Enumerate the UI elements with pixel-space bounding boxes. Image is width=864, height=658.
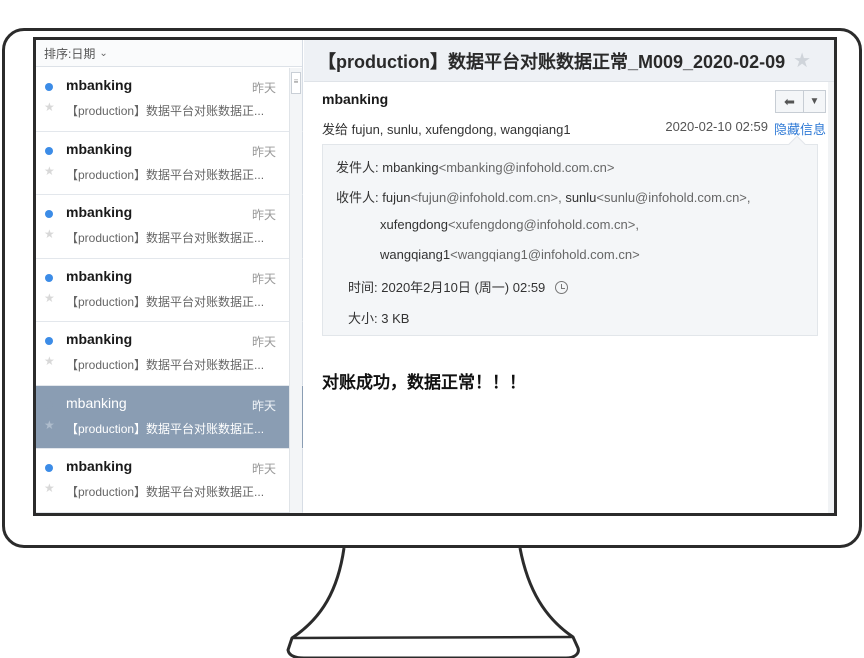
time-label: 时间: [348,280,378,295]
to-label: 收件人: [336,190,379,205]
mail-list-pane: 排序:日期 ⌄ mbanking 昨天 ★ 【production】数据平台对账数据正… [36,40,303,513]
mail-item-sender: mbanking [66,77,133,93]
mail-list-item[interactable]: mbanking 昨天 ★ 【production】数据平台对账数据正... [36,68,303,132]
star-icon[interactable]: ★ [44,291,55,305]
recipient-name[interactable]: fujun [382,190,410,205]
to-row-continued: wangqiang1<wangqiang1@infohold.com.cn> [380,247,640,262]
recipient-address: <fujun@infohold.com.cn>, [410,190,562,205]
mail-title: 【production】数据平台对账数据正常_M009_2020-02-09 [318,51,786,72]
from-detail-address: <mbanking@infohold.com.cn> [438,160,615,175]
mail-item-subject: 【production】数据平台对账数据正... [66,485,265,499]
mail-header: mbanking ⬅ ▼ 发给 fujun, sunlu, xufengdong… [304,82,834,144]
mail-title-bar: 【production】数据平台对账数据正常_M009_2020-02-09 ★ [304,40,834,82]
dropdown-arrow-icon: ▼ [809,96,820,107]
mail-item-date: 昨天 [251,81,276,95]
more-actions-button[interactable]: ▼ [804,90,826,113]
unread-dot-icon [45,337,53,345]
mail-item-sender: mbanking [66,204,133,220]
mail-item-sender: mbanking [66,458,133,474]
reader-scrollbar[interactable] [828,82,834,513]
mail-item-sender: mbanking [66,331,133,347]
mail-item-subject: 【production】数据平台对账数据正... [66,104,265,118]
recipient-address: <xufengdong@infohold.com.cn>, [447,217,639,232]
unread-dot-icon [45,210,53,218]
sent-time: 2020-02-10 02:59 [665,119,768,134]
mail-details-box: 发件人: mbanking<mbanking@infohold.com.cn> … [322,135,818,336]
unread-dot-icon [45,273,53,282]
mail-item-subject: 【production】数据平台对账数据正... [66,358,265,372]
mail-item-date: 昨天 [251,398,276,413]
mail-list: mbanking 昨天 ★ 【production】数据平台对账数据正... mbank… [36,68,303,513]
mail-item-date: 昨天 [251,271,276,286]
recipient-address: <sunlu@infohold.com.cn>, [596,190,751,205]
hide-details-link[interactable]: 隐藏信息 [774,119,826,138]
star-icon[interactable]: ★ [44,227,55,241]
from-row: 发件人: mbanking<mbanking@infohold.com.cn> [336,157,614,176]
mail-item-subject: 【production】数据平台对账数据正... [66,231,265,245]
clock-history-icon[interactable] [554,281,568,294]
star-icon[interactable]: ★ [44,418,55,432]
chevron-down-icon: ⌄ [99,47,108,59]
reading-pane: 【production】数据平台对账数据正常_M009_2020-02-09 ★… [304,40,834,513]
recipients-summary: 发给 fujun, sunlu, xufengdong, wangqiang1 [322,122,571,137]
mail-list-item[interactable]: mbanking 昨天 ★ 【production】数据平台对账数据正... [36,132,303,195]
size-value: 3 KB [381,311,410,326]
unread-dot-icon [45,146,53,155]
scroll-thumb[interactable]: ≡ [291,72,301,94]
recipient-address: <wangqiang1@infohold.com.cn> [450,247,640,262]
sort-dropdown[interactable]: 排序:日期 ⌄ [36,40,302,67]
time-row: 时间: 2020年2月10日 (周一) 02:59 [348,277,568,296]
mail-list-item[interactable]: mbanking 昨天 ★ 【production】数据平台对账数据正... [36,259,303,322]
time-value: 2020年2月10日 (周一) 02:59 [381,280,546,295]
sender-name[interactable]: mbanking [322,91,388,107]
mail-body: 对账成功，数据正常！！！ [322,373,526,392]
reply-arrow-icon: ⬅ [784,93,795,109]
recipient-name[interactable]: sunlu [565,190,596,205]
from-detail-name[interactable]: mbanking [382,160,438,175]
reply-button[interactable]: ⬅ [775,90,804,113]
star-icon[interactable]: ★ [44,481,55,495]
star-icon[interactable]: ★ [44,164,55,178]
size-label: 大小: [348,311,378,326]
list-scrollbar[interactable]: ≡ [289,68,302,513]
mail-client-window: 排序:日期 ⌄ mbanking 昨天 ★ 【production】数据平台对账数据正… [33,37,837,516]
mail-item-date: 昨天 [251,335,276,349]
to-row: 收件人: fujun<fujun@infohold.com.cn>, sunlu… [336,187,751,206]
unread-dot-icon [45,83,53,91]
size-row: 大小: 3 KB [348,308,409,327]
mail-item-sender: mbanking [66,140,133,157]
star-icon[interactable]: ★ [793,48,811,73]
sort-label: 排序:日期 [44,46,96,61]
unread-dot-icon [45,400,53,409]
mail-actions: ⬅ ▼ [775,90,826,113]
to-row-continued: xufengdong<xufengdong@infohold.com.cn>, [380,217,639,232]
unread-dot-icon [45,464,53,472]
star-icon[interactable]: ★ [44,100,55,114]
mail-item-date: 昨天 [251,208,276,222]
recipient-name[interactable]: wangqiang1 [380,247,450,262]
recipient-name[interactable]: xufengdong [380,217,448,232]
mail-item-subject: 【production】数据平台对账数据正... [66,167,265,182]
mail-item-date: 昨天 [251,144,276,159]
mail-item-sender: mbanking [66,394,127,411]
mail-item-subject: 【production】数据平台对账数据正... [66,294,265,309]
mail-list-item[interactable]: mbanking 昨天 ★ 【production】数据平台对账数据正... [36,449,303,513]
mail-item-subject: 【production】数据平台对账数据正... [66,421,265,436]
mail-list-item[interactable]: mbanking 昨天 ★ 【production】数据平台对账数据正... [36,195,303,259]
monitor-frame: 排序:日期 ⌄ mbanking 昨天 ★ 【production】数据平台对账数据正… [2,28,862,548]
from-label: 发件人: [336,160,379,175]
star-icon[interactable]: ★ [44,354,55,368]
mail-item-sender: mbanking [66,267,133,284]
mail-list-item[interactable]: mbanking 昨天 ★ 【production】数据平台对账数据正... [36,385,303,449]
mail-list-item[interactable]: mbanking 昨天 ★ 【production】数据平台对账数据正... [36,322,303,386]
mail-item-date: 昨天 [251,462,276,476]
